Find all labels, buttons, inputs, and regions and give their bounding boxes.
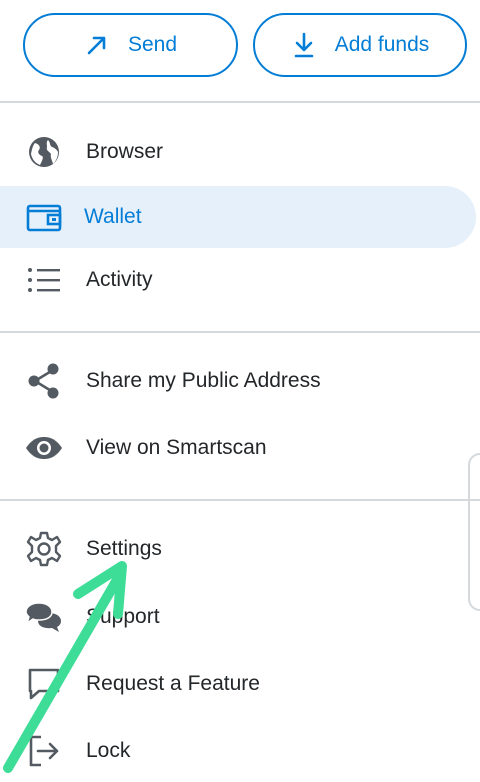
- active-highlight: [0, 186, 476, 248]
- wallet-icon: [24, 197, 64, 237]
- menu-item-activity[interactable]: Activity: [0, 249, 480, 311]
- menu-item-browser[interactable]: Browser: [0, 121, 480, 183]
- menu-item-share-address[interactable]: Share my Public Address: [0, 350, 480, 412]
- share-icon: [24, 361, 64, 401]
- menu-item-lock[interactable]: Lock: [0, 720, 480, 782]
- menu-item-label: Browser: [86, 140, 164, 163]
- menu-item-label: Activity: [86, 268, 153, 291]
- list-icon: [24, 260, 64, 300]
- menu-item-view-smartscan[interactable]: View on Smartscan: [0, 417, 480, 479]
- download-icon: [291, 32, 317, 58]
- add-funds-button[interactable]: Add funds: [253, 13, 467, 77]
- divider: [0, 101, 480, 103]
- send-button[interactable]: Send: [23, 13, 238, 77]
- wallet-actions: Send Add funds: [0, 0, 480, 100]
- menu-item-settings[interactable]: Settings: [0, 518, 480, 580]
- logout-icon: [24, 731, 64, 771]
- menu-item-label: View on Smartscan: [86, 436, 267, 459]
- add-funds-label: Add funds: [334, 33, 430, 56]
- menu-item-label: Request a Feature: [86, 672, 260, 695]
- divider: [0, 499, 480, 501]
- gear-icon: [24, 529, 64, 569]
- menu-item-request-feature[interactable]: Request a Feature: [0, 653, 480, 715]
- divider: [0, 331, 480, 333]
- menu-item-label: Lock: [86, 739, 131, 762]
- arrow-up-right-icon: [84, 32, 110, 58]
- comment-icon: [24, 664, 64, 704]
- menu-item-label: Share my Public Address: [86, 369, 321, 392]
- eye-icon: [24, 428, 64, 468]
- globe-icon: [24, 132, 64, 172]
- menu-item-label: Settings: [86, 537, 162, 560]
- menu-item-wallet[interactable]: Wallet: [0, 186, 480, 248]
- menu-item-support[interactable]: Support: [0, 586, 480, 648]
- send-label: Send: [127, 33, 178, 56]
- menu-item-label: Support: [86, 605, 160, 628]
- side-panel-edge: [468, 453, 480, 611]
- menu-item-label: Wallet: [84, 205, 142, 228]
- chat-bubbles-icon: [24, 597, 64, 637]
